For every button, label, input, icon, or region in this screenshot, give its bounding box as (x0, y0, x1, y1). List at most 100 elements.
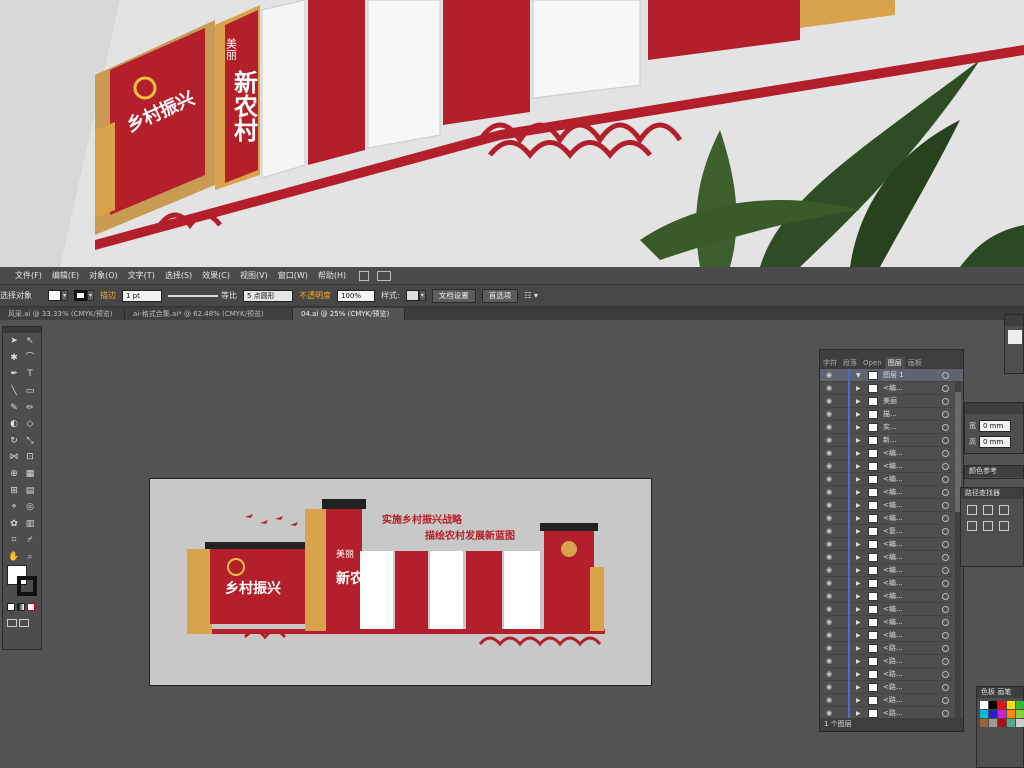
visibility-eye-icon[interactable]: ◉ (824, 566, 834, 574)
tab-character[interactable]: 字符 (820, 357, 840, 369)
expand-triangle-icon[interactable]: ▶ (856, 528, 864, 535)
menu-edit[interactable]: 编辑(E) (47, 270, 84, 281)
visibility-eye-icon[interactable]: ◉ (824, 709, 834, 717)
tab-document-1[interactable]: 风采.ai @ 33.33% (CMYK/预览) (0, 308, 125, 320)
tab-document-2[interactable]: ai-格式合集.ai* @ 62.48% (CMYK/预览) (125, 308, 293, 320)
layer-row[interactable]: ◉ ▶ <编... (820, 550, 963, 564)
layer-row[interactable]: ◉ ▶ 实... (820, 420, 963, 434)
stroke-color-box[interactable] (17, 576, 37, 596)
visibility-eye-icon[interactable]: ◉ (824, 592, 834, 600)
visibility-eye-icon[interactable]: ◉ (824, 384, 834, 392)
layer-target-icon[interactable] (942, 631, 949, 639)
layer-target-icon[interactable] (942, 475, 949, 483)
visibility-eye-icon[interactable]: ◉ (824, 540, 834, 548)
swatch-teal[interactable] (1007, 719, 1015, 727)
layer-target-icon[interactable] (942, 410, 949, 418)
expand-triangle-icon[interactable]: ▶ (856, 398, 864, 405)
menu-effect[interactable]: 效果(C) (197, 270, 235, 281)
layer-row[interactable]: ◉ ▶ <编... (820, 459, 963, 473)
menu-help[interactable]: 帮助(H) (313, 270, 351, 281)
layer-row[interactable]: ◉ ▶ <编... (820, 446, 963, 460)
width-field[interactable]: 0 mm (979, 420, 1011, 432)
blob-brush-tool-icon[interactable]: ◐ (8, 418, 20, 430)
layer-row[interactable]: ◉ ▶ <编... (820, 563, 963, 577)
selection-tool-icon[interactable]: ➤ (8, 335, 20, 347)
style-swatch[interactable]: ▾ (405, 290, 426, 301)
layer-target-icon[interactable] (942, 696, 949, 704)
expand-triangle-icon[interactable]: ▶ (856, 424, 864, 431)
pen-tool-icon[interactable]: ✒ (8, 368, 20, 380)
layer-row[interactable]: ◉ ▶ <编... (820, 615, 963, 629)
expand-triangle-icon[interactable]: ▶ (856, 697, 864, 704)
layer-row[interactable]: ◉ ▶ <编... (820, 537, 963, 551)
expand-triangle-icon[interactable]: ▶ (856, 593, 864, 600)
tab-swatches[interactable]: 色板 (981, 688, 995, 696)
swatch-red[interactable] (998, 701, 1006, 709)
visibility-eye-icon[interactable]: ◉ (824, 475, 834, 483)
expand-triangle-icon[interactable]: ▶ (856, 502, 864, 509)
scale-tool-icon[interactable]: ⤡ (24, 435, 36, 447)
layer-row[interactable]: ◉ ▶ <编... (820, 628, 963, 642)
symbol-sprayer-tool-icon[interactable]: ✿ (8, 518, 20, 530)
rectangle-tool-icon[interactable]: ▭ (24, 385, 36, 397)
expand-triangle-icon[interactable]: ▶ (856, 567, 864, 574)
visibility-eye-icon[interactable]: ◉ (824, 605, 834, 613)
layer-target-icon[interactable] (942, 397, 949, 405)
layer-target-icon[interactable] (942, 579, 949, 587)
expand-triangle-icon[interactable]: ▶ (856, 619, 864, 626)
height-field[interactable]: 0 mm (979, 436, 1011, 448)
visibility-eye-icon[interactable]: ◉ (824, 436, 834, 444)
stroke-weight-field[interactable]: 1 pt (122, 289, 162, 302)
tab-document-3[interactable]: 04.ai @ 25% (CMYK/预览) (293, 308, 405, 320)
layer-row[interactable]: ◉ ▶ <路... (820, 654, 963, 668)
slice-tool-icon[interactable]: ⌿ (24, 534, 36, 546)
swatch-gray[interactable] (989, 719, 997, 727)
gradient-tool-icon[interactable]: ▤ (24, 485, 36, 497)
layer-row[interactable]: ◉ ▶ <编... (820, 498, 963, 512)
visibility-eye-icon[interactable]: ◉ (824, 579, 834, 587)
visibility-eye-icon[interactable]: ◉ (824, 670, 834, 678)
visibility-eye-icon[interactable]: ◉ (824, 397, 834, 405)
swatch-cyan[interactable] (980, 710, 988, 718)
visibility-eye-icon[interactable]: ◉ (824, 527, 834, 535)
visibility-eye-icon[interactable]: ◉ (824, 423, 834, 431)
swatch-magenta[interactable] (998, 710, 1006, 718)
layer-target-icon[interactable] (942, 683, 949, 691)
unite-icon[interactable] (967, 505, 977, 515)
layer-target-icon[interactable] (942, 657, 949, 665)
layer-row[interactable]: ◉ ▶ <编... (820, 381, 963, 395)
visibility-eye-icon[interactable]: ◉ (824, 683, 834, 691)
layer-row[interactable]: ◉ ▶ 新... (820, 433, 963, 447)
menu-select[interactable]: 选择(S) (160, 270, 197, 281)
expand-triangle-icon[interactable]: ▶ (856, 580, 864, 587)
visibility-eye-icon[interactable]: ◉ (824, 410, 834, 418)
color-guide-tab[interactable]: 颜色参考 (965, 466, 1023, 477)
brush-field[interactable]: 5 点圆形 (243, 289, 293, 302)
expand-triangle-icon[interactable]: ▶ (856, 515, 864, 522)
menu-file[interactable]: 文件(F) (10, 270, 47, 281)
none-mode-icon[interactable] (27, 603, 35, 611)
layer-row[interactable]: ◉ ▶ <编... (820, 602, 963, 616)
layer-target-icon[interactable] (942, 527, 949, 535)
column-graph-tool-icon[interactable]: ▥ (24, 518, 36, 530)
draw-mode-icon[interactable] (7, 619, 17, 627)
expand-triangle-icon[interactable]: ▶ (856, 463, 864, 470)
gradient-mode-icon[interactable] (17, 603, 25, 611)
expand-triangle-icon[interactable]: ▶ (856, 645, 864, 652)
expand-triangle-icon[interactable]: ▶ (856, 710, 864, 717)
magic-wand-tool-icon[interactable]: ✱ (8, 352, 20, 364)
expand-triangle-icon[interactable]: ▶ (856, 554, 864, 561)
visibility-eye-icon[interactable]: ◉ (824, 488, 834, 496)
fill-swatch[interactable]: ▾ (48, 290, 68, 301)
layer-target-icon[interactable] (942, 514, 949, 522)
layer-target-icon[interactable] (942, 371, 949, 379)
bridge-icon[interactable] (359, 270, 370, 281)
layer-target-icon[interactable] (942, 618, 949, 626)
layer-target-icon[interactable] (942, 423, 949, 431)
menu-object[interactable]: 对象(O) (84, 270, 123, 281)
layer-target-icon[interactable] (942, 462, 949, 470)
type-tool-icon[interactable]: T (24, 368, 36, 380)
visibility-eye-icon[interactable]: ◉ (824, 501, 834, 509)
artboard-tool-icon[interactable]: ⌗ (8, 534, 20, 546)
tab-opentype[interactable]: Open (860, 357, 885, 369)
